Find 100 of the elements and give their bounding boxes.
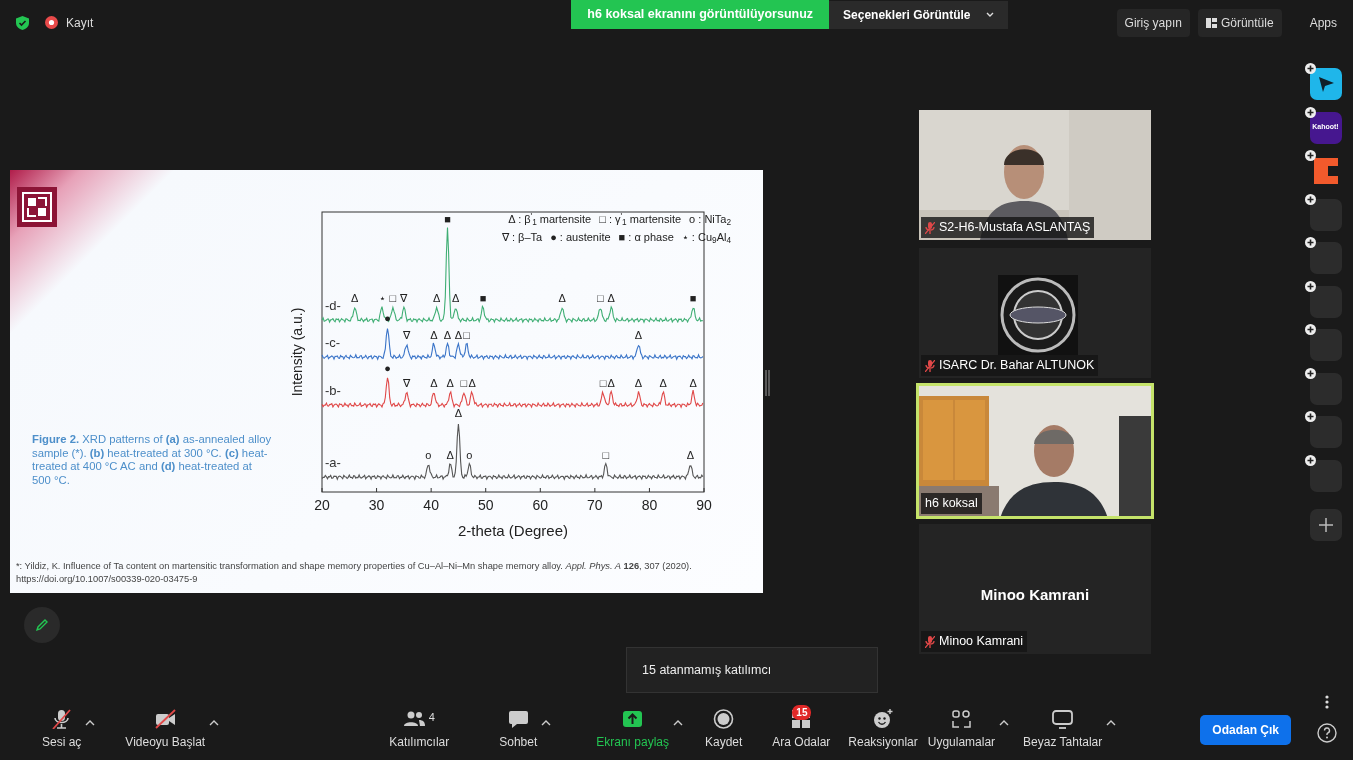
legend-entry: Δ : β$^{'}$$_{1}$ martensite — [508, 211, 592, 229]
view-button[interactable]: Görüntüle — [1197, 8, 1282, 37]
caret-icon[interactable] — [209, 719, 220, 727]
recording-label: Kayıt — [66, 14, 94, 32]
peak-marker: □ — [389, 292, 397, 304]
chat-icon — [507, 709, 529, 729]
add-icon[interactable] — [1304, 193, 1316, 205]
legend-entry: ∇ : β–Ta — [501, 229, 543, 245]
peak-marker: Δ — [634, 329, 643, 341]
legend-entry: ● : austenite — [550, 229, 611, 245]
caret-icon[interactable] — [85, 719, 96, 727]
toolbar-label: Videoyu Başlat — [125, 734, 206, 751]
leave-button[interactable]: Odadan Çık — [1200, 715, 1291, 745]
peak-marker: Δ — [443, 329, 452, 341]
peak-marker: Δ — [468, 377, 476, 389]
sign-in-button[interactable]: Giriş yapın — [1116, 8, 1190, 37]
app-shortcut[interactable] — [1309, 329, 1342, 361]
toolbar-button[interactable]: Kaydet — [704, 709, 743, 751]
toolbar-label: Beyaz Tahtalar — [1023, 734, 1103, 751]
toolbar-label: Ara Odalar — [772, 734, 831, 751]
peak-marker: ● — [384, 362, 391, 374]
peak-marker: ■ — [444, 213, 451, 225]
x-axis-label: 2-theta (Degree) — [457, 522, 569, 539]
peak-marker: ■ — [479, 292, 487, 304]
reactions-icon — [872, 709, 894, 729]
toolbar-button[interactable]: Sesi aç — [42, 709, 82, 751]
add-app-button[interactable] — [1309, 509, 1342, 541]
help-icon[interactable] — [1317, 723, 1337, 743]
peak-marker: Δ — [558, 292, 566, 304]
peak-marker: Δ — [634, 377, 643, 389]
axis-tick-label: 50 — [477, 497, 494, 513]
view-options-button[interactable]: Seçenekleri Görüntüle — [829, 0, 1009, 29]
add-icon[interactable] — [1304, 454, 1316, 466]
toolbar-button[interactable]: Beyaz Tahtalar — [1023, 709, 1103, 751]
axis-tick-label: 80 — [641, 497, 658, 513]
peak-marker: Δ — [452, 292, 460, 304]
add-icon[interactable] — [1304, 63, 1316, 74]
video-off-icon — [154, 709, 176, 729]
security-icon[interactable] — [16, 15, 29, 30]
record-icon — [45, 16, 58, 29]
peak-marker: Δ — [686, 449, 695, 461]
legend-entry: ■ : α phase — [618, 229, 674, 245]
share-icon — [622, 709, 644, 729]
add-icon[interactable] — [1304, 237, 1316, 248]
peak-marker: Δ — [689, 377, 697, 389]
axis-tick-label: 70 — [587, 497, 603, 513]
annotate-button[interactable] — [24, 607, 60, 643]
add-icon[interactable] — [1304, 150, 1316, 161]
axis-tick-label: 30 — [368, 497, 385, 513]
peak-marker: Δ — [607, 292, 615, 304]
resize-handle[interactable] — [765, 370, 770, 396]
participant-count: 4 — [428, 710, 435, 725]
peak-marker: ■ — [689, 292, 697, 304]
peak-marker: Δ — [607, 377, 615, 389]
add-icon[interactable] — [1304, 411, 1316, 422]
app-shortcut[interactable] — [1309, 416, 1342, 448]
peak-marker: ● — [384, 312, 391, 324]
add-icon[interactable] — [1304, 324, 1316, 335]
peak-marker: ο — [466, 449, 473, 461]
app-shortcut[interactable] — [1309, 459, 1342, 492]
add-icon[interactable] — [1304, 280, 1316, 292]
peak-marker: ∇ — [403, 377, 411, 389]
apps-icon — [950, 709, 972, 729]
app-shortcut[interactable] — [1309, 285, 1342, 318]
toolbar-button[interactable]: Sohbet — [499, 709, 538, 751]
toolbar-label: Katılımcılar — [389, 734, 450, 751]
toolbar-button[interactable]: Reaksiyonlar — [848, 709, 918, 751]
add-icon[interactable] — [1304, 106, 1316, 118]
caret-icon[interactable] — [541, 719, 552, 727]
share-banner: h6 koksal ekranını görüntülüyorsunuz — [571, 0, 830, 29]
participant-name: S2-H6-Mustafa ASLANTAŞ — [939, 219, 1091, 237]
toolbar-button[interactable]: Videoyu Başlat — [125, 709, 206, 751]
peak-marker: □ — [463, 329, 470, 341]
app-shortcut[interactable] — [1309, 242, 1342, 274]
mic-off-icon — [51, 709, 73, 729]
record-icon — [713, 709, 735, 729]
toolbar-label: Sesi aç — [42, 734, 82, 751]
toolbar-button[interactable]: 4 Katılımcılar — [389, 709, 450, 751]
more-icon[interactable] — [1325, 695, 1329, 709]
peak-marker: □ — [597, 292, 604, 304]
axis-tick-label: 20 — [314, 497, 330, 513]
toolbar-label: Kaydet — [704, 734, 743, 751]
caret-icon[interactable] — [672, 719, 683, 727]
footnote: *: Yildiz, K. Influence of Ta content on martensitic transformation and shape memory properties of Cu–Al–Ni–Mn shape memory alloy. Appl. Phys. A 126, 307 (2020). — [16, 560, 693, 573]
notification-badge: 15 — [792, 705, 812, 720]
app-shortcut[interactable] — [1309, 198, 1342, 231]
legend-entry: ο : NiTa$_{2}$ — [689, 212, 731, 229]
toolbar-button[interactable]: Ekranı paylaş — [596, 709, 669, 751]
axis-tick-label: 90 — [696, 497, 712, 513]
toolbar-button[interactable]: Uygulamalar — [927, 709, 996, 751]
toolbar-label: Reaksiyonlar — [848, 734, 918, 751]
peak-marker: Δ — [454, 407, 463, 419]
peak-marker: Δ — [659, 377, 667, 389]
peak-marker: ∇ — [400, 292, 408, 304]
add-icon[interactable] — [1304, 367, 1316, 379]
caret-icon[interactable] — [1106, 719, 1117, 727]
participant-name: Minoo Kamrani — [939, 633, 1024, 651]
app-shortcut[interactable] — [1309, 372, 1342, 405]
caret-icon[interactable] — [999, 719, 1010, 727]
app-shortcut[interactable] — [1309, 68, 1342, 100]
